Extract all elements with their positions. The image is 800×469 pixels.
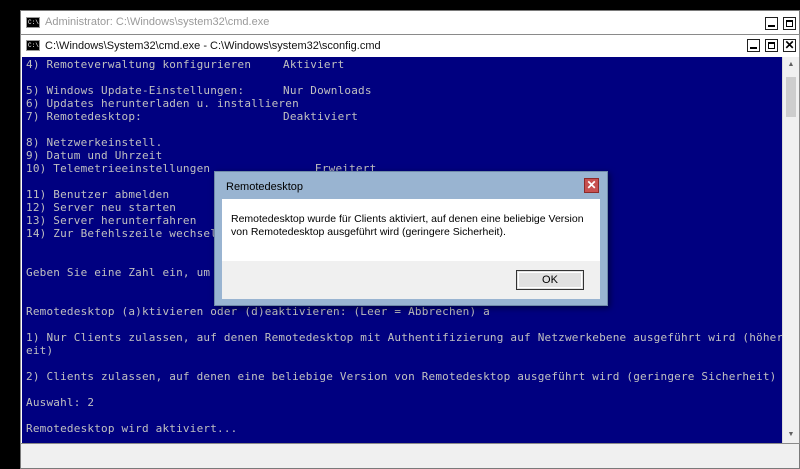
dialog-title: Remotedesktop	[226, 181, 304, 193]
console-line: 2) Clients zulassen, auf denen eine beli…	[26, 370, 777, 383]
console-line: 4) Remoteverwaltung konfigurieren	[26, 58, 252, 71]
console-line: 5) Windows Update-Einstellungen:	[26, 84, 245, 97]
console-line: Remotedesktop wird aktiviert...	[26, 422, 238, 435]
maximize-icon	[768, 42, 775, 49]
outer-maximize-button[interactable]	[783, 17, 796, 30]
console-line: 11) Benutzer abmelden	[26, 188, 170, 201]
dialog-body: Remotedesktop wurde für Clients aktivier…	[222, 199, 600, 261]
console-value: Aktiviert	[283, 58, 345, 71]
close-icon: ✕	[784, 38, 795, 52]
remotedesktop-dialog: Remotedesktop ✕ Remotedesktop wurde für …	[214, 171, 608, 306]
inner-close-button[interactable]: ✕	[783, 38, 796, 52]
console-line: Geben Sie eine Zahl ein, um ei	[26, 266, 231, 279]
console-line: 10) Telemetrieeinstellungen	[26, 162, 211, 175]
console-line: Auswahl: 2	[26, 396, 95, 409]
vertical-scrollbar[interactable]: ▲ ▼	[782, 57, 799, 443]
cmd-icon-label: C:\.	[28, 42, 43, 49]
minimize-icon	[768, 25, 775, 27]
cmd-app-icon: C:\.	[26, 40, 43, 51]
console-line: Remotedesktop (a)ktivieren oder (d)eakti…	[26, 305, 490, 318]
console-line: 14) Zur Befehlszeile wechseln	[26, 227, 224, 240]
inner-window-title: C:\Windows\System32\cmd.exe - C:\Windows…	[45, 40, 381, 52]
outer-window-title: Administrator: C:\Windows\system32\cmd.e…	[45, 16, 270, 28]
ok-button[interactable]: OK	[516, 270, 584, 290]
maximize-icon	[786, 20, 793, 27]
minimize-icon	[750, 47, 757, 49]
dialog-footer: OK	[222, 261, 600, 299]
console-value: Deaktiviert	[283, 110, 359, 123]
console-line: 8) Netzwerkeinstell.	[26, 136, 163, 149]
inner-titlebar[interactable]: C:\. C:\Windows\System32\cmd.exe - C:\Wi…	[21, 35, 799, 57]
scroll-up-icon[interactable]: ▲	[783, 57, 799, 73]
console-line: 12) Server neu starten	[26, 201, 177, 214]
console-line: 7) Remotedesktop:	[26, 110, 142, 123]
console-line: 1) Nur Clients zulassen, auf denen Remot…	[26, 331, 783, 344]
scrollbar-thumb[interactable]	[786, 77, 796, 117]
outer-minimize-button[interactable]	[765, 17, 778, 30]
console-line: 9) Datum und Uhrzeit	[26, 149, 163, 162]
outer-titlebar[interactable]: C:\. Administrator: C:\Windows\system32\…	[21, 11, 799, 35]
console-line: 6) Updates herunterladen u. installieren	[26, 97, 299, 110]
dialog-close-button[interactable]: ✕	[584, 178, 599, 193]
dialog-message: Remotedesktop wurde für Clients aktivier…	[231, 213, 584, 238]
close-icon: ✕	[586, 178, 597, 192]
console-value: Nur Downloads	[283, 84, 372, 97]
cmd-icon-label: C:\.	[28, 19, 43, 26]
scroll-down-icon[interactable]: ▼	[783, 427, 799, 443]
console-line: eit)	[26, 344, 54, 357]
cmd-app-icon: C:\.	[26, 17, 43, 28]
inner-maximize-button[interactable]	[765, 39, 778, 52]
inner-minimize-button[interactable]	[747, 39, 760, 52]
console-line: 13) Server herunterfahren	[26, 214, 197, 227]
